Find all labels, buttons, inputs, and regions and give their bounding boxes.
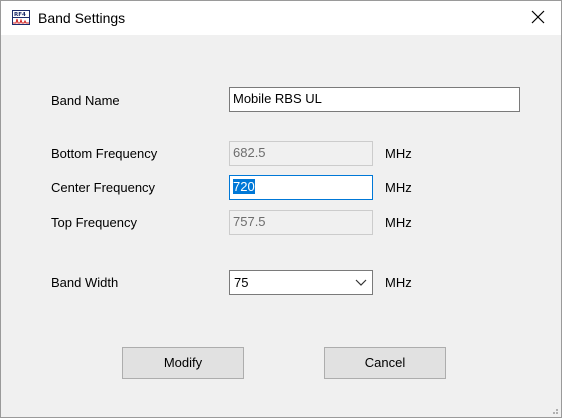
center-frequency-unit: MHz xyxy=(385,180,412,195)
top-frequency-unit: MHz xyxy=(385,215,412,230)
svg-text:RF4: RF4 xyxy=(14,12,26,18)
band-name-label: Band Name xyxy=(51,93,120,108)
close-button[interactable] xyxy=(515,1,561,33)
band-name-input[interactable]: Mobile RBS UL xyxy=(229,87,520,112)
chevron-down-icon[interactable] xyxy=(355,279,367,287)
modify-button[interactable]: Modify xyxy=(122,347,244,379)
band-settings-dialog: RF4 Band Settings Band Name Mobile RBS U… xyxy=(0,0,562,418)
bottom-frequency-label: Bottom Frequency xyxy=(51,146,158,161)
app-icon: RF4 xyxy=(12,10,30,25)
cancel-button[interactable]: Cancel xyxy=(324,347,446,379)
bottom-frequency-unit: MHz xyxy=(385,146,412,161)
band-width-label: Band Width xyxy=(51,275,119,290)
top-frequency-input: 757.5 xyxy=(229,210,373,235)
top-frequency-label: Top Frequency xyxy=(51,215,137,230)
close-icon xyxy=(531,10,545,24)
band-width-value: 75 xyxy=(234,275,249,290)
resize-grip-icon[interactable] xyxy=(549,405,559,415)
center-frequency-selected-text: 720 xyxy=(233,179,255,194)
center-frequency-input[interactable]: 720 xyxy=(229,175,373,200)
bottom-frequency-input: 682.5 xyxy=(229,141,373,166)
band-width-select[interactable]: 75 xyxy=(229,270,373,295)
window-title: Band Settings xyxy=(38,10,126,26)
band-width-unit: MHz xyxy=(385,275,412,290)
title-bar: RF4 Band Settings xyxy=(1,1,561,35)
center-frequency-label: Center Frequency xyxy=(51,180,156,195)
